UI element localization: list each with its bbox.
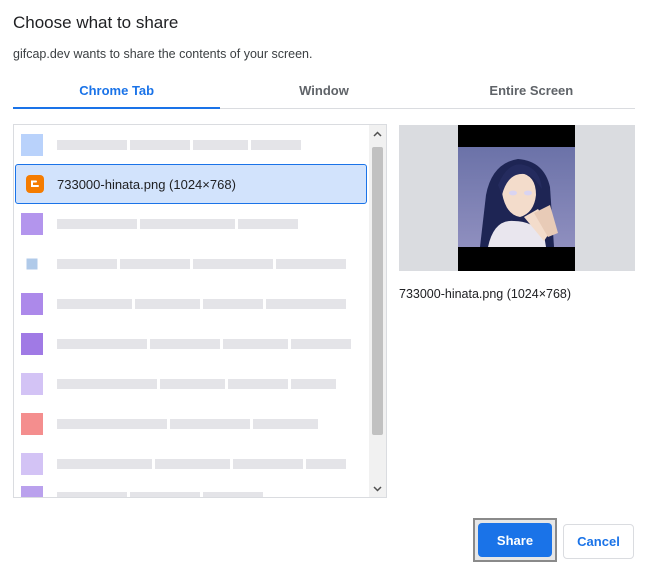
blurred-favicon-icon (21, 486, 43, 497)
blurred-favicon-icon (21, 413, 43, 435)
scroll-down-arrow-icon[interactable] (369, 480, 386, 497)
share-button-focus-ring: Share (473, 518, 557, 562)
tab-window[interactable]: Window (220, 78, 427, 108)
list-item-blurred[interactable] (14, 364, 370, 404)
blurred-favicon-icon (21, 213, 43, 235)
scroll-up-arrow-icon[interactable] (369, 125, 386, 142)
list-item-blurred[interactable] (14, 477, 370, 497)
dialog-title: Choose what to share (13, 13, 179, 32)
list-item-blurred[interactable] (14, 125, 370, 165)
tab-chrome-tab[interactable]: Chrome Tab (13, 78, 221, 109)
list-item-blurred[interactable] (14, 284, 370, 324)
list-item-blurred[interactable] (14, 244, 370, 284)
blurred-favicon-icon (21, 293, 43, 315)
blurred-favicon-icon (26, 258, 38, 270)
list-item-blurred[interactable] (14, 404, 370, 444)
dialog-subtitle: gifcap.dev wants to share the contents o… (13, 47, 313, 61)
cancel-button[interactable]: Cancel (563, 524, 634, 559)
tab-entire-screen[interactable]: Entire Screen (428, 78, 635, 108)
blurred-favicon-icon (21, 333, 43, 355)
list-item-blurred[interactable] (14, 324, 370, 364)
tab-strip: Chrome Tab Window Entire Screen (13, 78, 635, 109)
blurred-favicon-icon (21, 373, 43, 395)
list-item-selected[interactable]: 733000-hinata.png (1024×768) (15, 164, 367, 204)
scrollbar-thumb[interactable] (372, 147, 383, 435)
list-scrollbar[interactable] (369, 125, 386, 497)
preview-label: 733000-hinata.png (1024×768) (399, 287, 572, 301)
preview-thumbnail (399, 125, 635, 271)
preview-image (458, 125, 575, 271)
share-button[interactable]: Share (478, 523, 552, 557)
blurred-favicon-icon (21, 453, 43, 475)
blogger-icon (26, 175, 44, 193)
blurred-favicon-icon (21, 134, 43, 156)
list-item-blurred[interactable] (14, 204, 370, 244)
list-item-label: 733000-hinata.png (1024×768) (57, 176, 236, 192)
tab-source-list[interactable]: 733000-hinata.png (1024×768) (13, 124, 387, 498)
